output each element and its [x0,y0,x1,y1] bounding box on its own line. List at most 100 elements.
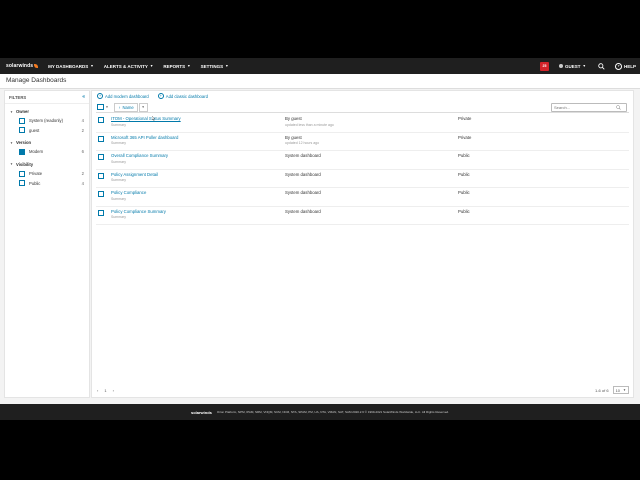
dashboard-name-link[interactable]: Microsoft 365 API Poller dashboard [111,135,178,140]
footer-text: Orion Platform, NPM, IPAM, SRM, VNQM, SC… [216,410,449,414]
filter-item-modern[interactable]: Modern 6 [5,147,89,157]
dashboard-updated: updated 12 hours ago [285,141,320,145]
table-row: Microsoft 365 API Poller dashboard Summa… [96,133,629,151]
filter-group-toggle[interactable]: ▼ Visibility [5,160,89,169]
checkbox-checked[interactable] [19,148,25,155]
row-checkbox[interactable] [98,154,104,160]
add-classic-dashboard-link[interactable]: + Add classic dashboard [157,93,208,99]
add-modern-dashboard-link[interactable]: + Add modern dashboard [97,93,149,99]
dashboard-owner: By guest [285,116,302,121]
row-checkbox[interactable] [98,172,104,179]
chevron-down-icon: ▼ [623,388,626,392]
dashboard-name-link[interactable]: Overall Compliance Summary [111,153,168,158]
user-name: GUEST [565,63,581,69]
table-row: ITOM - Operational Status Summary Summar… [96,114,629,133]
filter-group-title: Visibility [15,161,34,167]
triangle-down-icon: ▼ [10,140,13,145]
dashboard-owner: System dashboard [285,208,321,214]
filter-group-title: Version [15,140,32,146]
link-label: Add classic dashboard [165,93,208,99]
row-checkbox[interactable] [98,117,104,123]
checkbox[interactable] [19,180,25,187]
sort-dropdown[interactable]: ▼ [138,102,148,112]
filter-item-public[interactable]: Public 4 [5,178,89,188]
dashboard-name-link[interactable]: Policy Compliance [111,190,146,195]
plus-icon: + [97,93,103,99]
sort-button[interactable]: ↑ Name [114,102,138,112]
search-input[interactable] [552,105,616,110]
table-row: Policy Assignment Detail Summary System … [96,170,629,188]
dashboard-name-link[interactable]: ITOM - Operational Status Summary [111,116,181,121]
caret-down-icon: ▼ [149,64,154,68]
prev-page-button[interactable]: ‹ [97,388,98,393]
page-size-select[interactable]: 10 ▼ [612,386,629,394]
filter-group-toggle[interactable]: ▼ Owner [5,107,89,116]
nav-my-dashboards[interactable]: MY DASHBOARDS ▼ [48,64,94,69]
nav-alerts-activity[interactable]: ALERTS & ACTIVITY ▼ [104,64,154,69]
filter-label: System (readonly) [29,118,63,124]
filter-item-guest[interactable]: guest 2 [5,126,89,136]
notification-bell-icon[interactable]: 25 [540,61,549,71]
filter-count: 2 [81,171,84,177]
caret-down-icon: ▼ [90,64,94,68]
checkbox[interactable] [19,170,25,177]
row-checkbox[interactable] [98,191,104,197]
page-size-value: 10 [615,387,621,393]
filter-item-private[interactable]: Private 2 [5,169,89,179]
table-row: Policy Compliance Summary System dashboa… [96,188,629,207]
user-menu[interactable]: GUEST ▼ [559,64,586,69]
page-title: Manage Dashboards [6,77,67,84]
checkbox[interactable] [19,127,25,134]
dashboard-subtitle: Summary [111,178,126,182]
filters-title: FILTERS [9,94,27,100]
checkbox[interactable] [19,117,25,124]
select-all[interactable]: ▼ [97,103,109,111]
dashboard-subtitle: Summary [111,159,126,164]
caret-down-icon: ▼ [225,64,229,68]
row-checkbox[interactable] [98,135,104,142]
next-page-button[interactable]: › [113,388,114,393]
filter-group-owner: ▼ Owner System (readonly) 4 guest 2 [5,107,89,135]
filter-count: 4 [81,118,84,124]
filter-group-toggle[interactable]: ▼ Version [5,138,89,147]
nav-reports[interactable]: REPORTS ▼ [163,64,190,69]
collapse-filters-icon[interactable]: « [82,94,85,100]
current-page[interactable]: 1 [104,388,106,393]
solarwinds-logo[interactable]: solarwinds [6,63,39,69]
filter-count: 4 [81,180,84,186]
page-range: 1-6 of 6 [594,387,609,393]
filter-item-system-readonly[interactable]: System (readonly) 4 [5,116,89,126]
dashboard-owner: System dashboard [285,190,321,195]
filter-count: 2 [81,127,84,133]
alert-count-badge: 25 [542,64,547,68]
table-row: Overall Compliance Summary Summary Syste… [96,151,629,170]
chevron-down-icon[interactable]: ▼ [106,105,109,109]
nav-label: REPORTS [163,63,186,69]
nav-label: ALERTS & ACTIVITY [103,63,148,69]
user-icon [559,64,563,68]
dashboard-visibility: Public [458,171,470,177]
filter-label: guest [29,127,40,133]
help-label: HELP [623,63,636,69]
search-icon[interactable] [616,105,621,110]
nav-settings[interactable]: SETTINGS ▼ [201,64,229,69]
filter-label: Private [29,171,43,177]
row-checkbox[interactable] [98,209,104,216]
dashboard-subtitle: Summary [111,122,126,127]
nav-label: MY DASHBOARDS [48,63,89,69]
search-icon[interactable] [598,62,605,70]
dashboards-panel: + Add modern dashboard + Add classic dashb… [91,90,634,398]
flame-icon [34,64,39,68]
dashboard-visibility: Public [458,208,470,214]
dashboard-subtitle: Summary [111,215,126,219]
help-button[interactable]: ? HELP [614,62,636,70]
dashboard-owner: By guest [285,134,302,140]
select-all-checkbox[interactable] [97,103,104,111]
dashboard-owner: System dashboard [285,153,321,158]
mouse-cursor-icon [152,116,155,121]
dashboard-name-link[interactable]: Policy Compliance Summary [111,209,166,214]
pagination-info: 1-6 of 6 10 ▼ [595,386,629,394]
filter-label: Public [29,180,41,186]
dashboard-list: ITOM - Operational Status Summary Summar… [96,114,629,225]
dashboard-name-link[interactable]: Policy Assignment Detail [111,172,158,177]
